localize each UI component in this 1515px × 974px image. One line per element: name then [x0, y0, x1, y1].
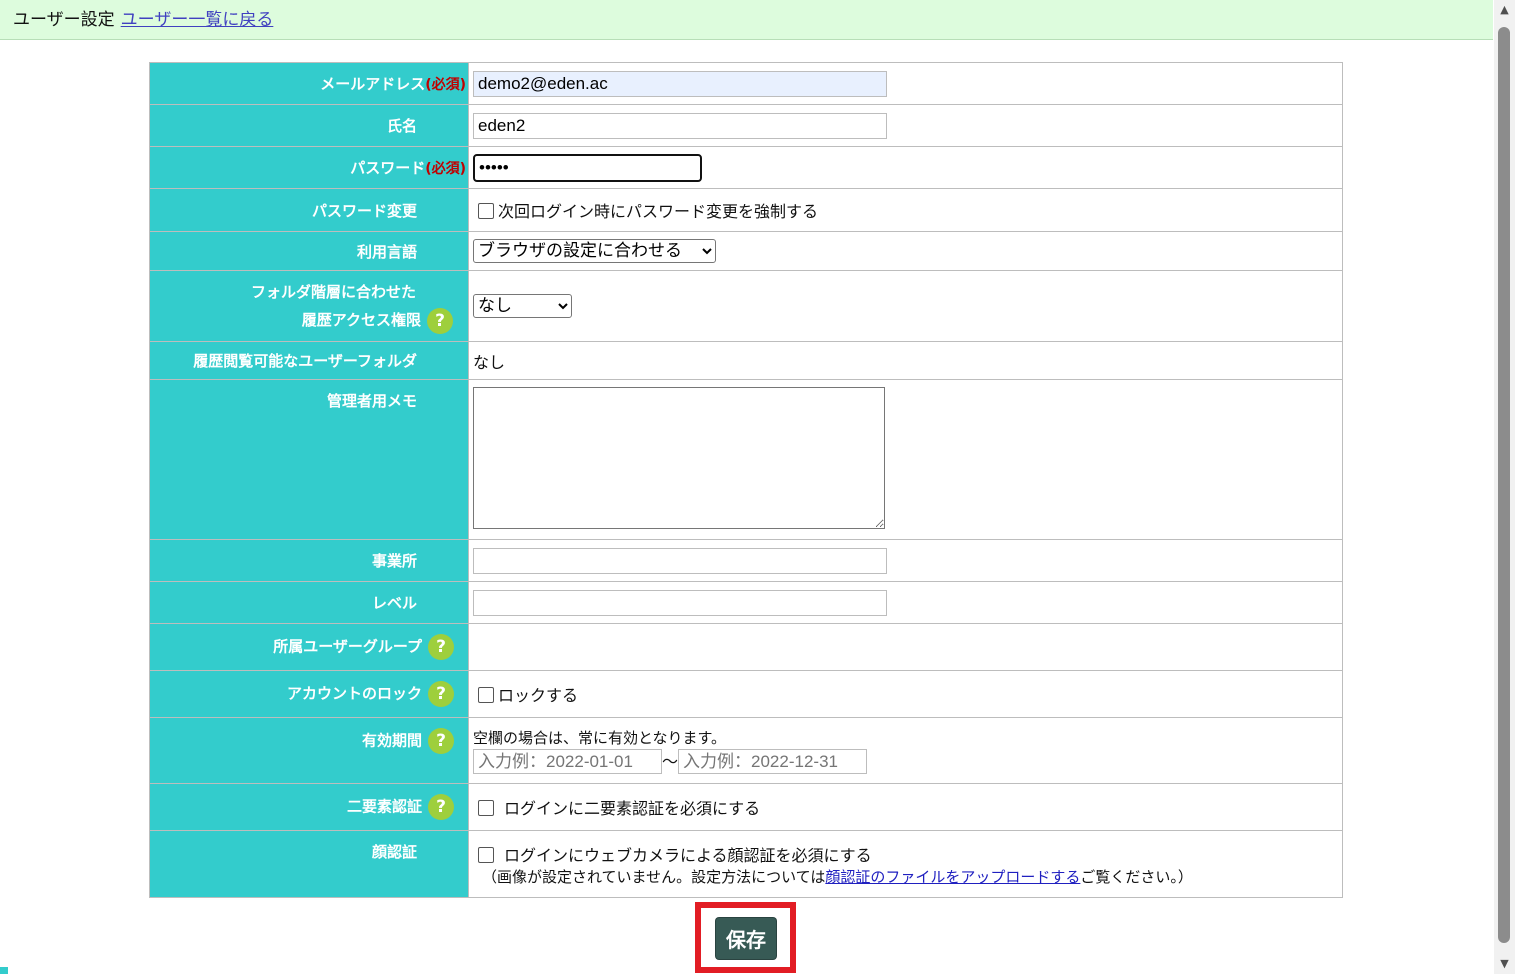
vertical-scrollbar[interactable]: ▲ ▼ [1494, 0, 1515, 974]
row-account-lock: アカウントのロック? ロックする [149, 670, 1343, 718]
name-label: 氏名 [149, 104, 469, 147]
validity-note: 空欄の場合は、常に有効となります。 [473, 728, 727, 747]
scroll-down-arrow-icon[interactable]: ▼ [1494, 954, 1515, 974]
account-lock-label: アカウントのロック [286, 684, 422, 703]
required-mark: (必須) [425, 161, 466, 177]
scroll-up-arrow-icon[interactable]: ▲ [1494, 0, 1515, 20]
name-input[interactable] [473, 112, 887, 139]
row-validity: 有効期間? 空欄の場合は、常に有効となります。 ～ [149, 717, 1343, 784]
row-folder-access: フォルダ階層に合わせた 履歴アクセス権限? なし [149, 270, 1343, 342]
help-icon[interactable]: ? [428, 728, 454, 754]
row-password-change: パスワード変更 次回ログイン時にパスワード変更を強制する [149, 188, 1343, 232]
folder-access-label-line1: フォルダ階層に合わせた [250, 283, 416, 301]
password-input[interactable] [473, 153, 702, 182]
row-name: 氏名 [149, 104, 1343, 147]
email-label: メールアドレス [320, 75, 426, 93]
save-button[interactable]: 保存 [716, 918, 776, 959]
email-input[interactable] [473, 70, 887, 97]
lock-account-checkbox[interactable] [478, 687, 494, 703]
lock-account-text: ロックする [498, 686, 579, 705]
level-label: レベル [149, 581, 469, 624]
page-header: ユーザー設定 ユーザー一覧に戻る [0, 0, 1493, 40]
validity-label: 有効期間 [361, 731, 422, 750]
row-language: 利用言語 ブラウザの設定に合わせる [149, 231, 1343, 271]
folder-access-label-line2: 履歴アクセス権限 [301, 311, 421, 329]
force-password-change-text: 次回ログイン時にパスワード変更を強制する [498, 202, 819, 221]
face-auth-checkbox[interactable] [478, 846, 494, 863]
face-auth-upload-link[interactable]: 顔認証のファイルをアップロードする [825, 868, 1080, 886]
face-auth-note-suffix: ご覧ください。） [1080, 867, 1193, 886]
row-viewable-folders: 履歴閲覧可能なユーザーフォルダ なし [149, 341, 1343, 380]
level-input[interactable] [473, 589, 887, 616]
admin-memo-textarea[interactable] [473, 387, 885, 529]
row-password: パスワード(必須) [149, 146, 1343, 189]
viewable-folders-value: なし [468, 341, 1343, 380]
password-change-label: パスワード変更 [149, 188, 469, 232]
validity-separator: ～ [662, 751, 679, 771]
force-password-change-checkbox[interactable] [478, 203, 494, 219]
face-auth-text: ログインにウェブカメラによる顔認証を必須にする [504, 845, 872, 865]
office-input[interactable] [473, 547, 887, 574]
row-admin-memo: 管理者用メモ [149, 379, 1343, 540]
scrollbar-thumb[interactable] [1498, 27, 1510, 943]
help-icon[interactable]: ? [427, 307, 453, 334]
admin-memo-label: 管理者用メモ [149, 379, 469, 540]
language-label: 利用言語 [149, 231, 469, 271]
help-icon[interactable]: ? [428, 794, 454, 820]
two-factor-label: 二要素認証 [346, 797, 422, 816]
help-icon[interactable]: ? [428, 681, 454, 707]
page-title: ユーザー設定 [13, 10, 115, 30]
face-auth-label: 顔認証 [149, 830, 469, 898]
validity-start-input[interactable] [473, 749, 662, 775]
row-face-auth: 顔認証 ログインにウェブカメラによる顔認証を必須にする （画像が設定されていませ… [149, 830, 1343, 898]
row-two-factor: 二要素認証? ログインに二要素認証を必須にする [149, 783, 1343, 831]
viewable-folders-label: 履歴閲覧可能なユーザーフォルダ [149, 341, 469, 380]
validity-end-input[interactable] [678, 749, 868, 775]
user-settings-form: メールアドレス(必須) 氏名 パスワード(必須) パスワード変更 次回ログイン時… [149, 62, 1343, 898]
language-select[interactable]: ブラウザの設定に合わせる [473, 239, 716, 263]
back-to-user-list-link[interactable]: ユーザー一覧に戻る [121, 10, 274, 30]
required-mark: (必須) [425, 77, 466, 93]
row-office: 事業所 [149, 539, 1343, 582]
two-factor-checkbox[interactable] [478, 800, 494, 816]
office-label: 事業所 [149, 539, 469, 582]
user-groups-label: 所属ユーザーグループ [273, 637, 422, 656]
help-icon[interactable]: ? [428, 634, 454, 660]
password-label: パスワード [350, 159, 426, 177]
bottom-left-edge [0, 967, 8, 974]
folder-access-select[interactable]: なし [473, 294, 572, 318]
two-factor-text: ログインに二要素認証を必須にする [504, 799, 761, 818]
row-email: メールアドレス(必須) [149, 62, 1343, 105]
face-auth-note-prefix: （画像が設定されていません。設定方法については [482, 867, 826, 886]
row-level: レベル [149, 581, 1343, 624]
row-user-groups: 所属ユーザーグループ? [149, 623, 1343, 671]
user-groups-value [468, 623, 1343, 671]
